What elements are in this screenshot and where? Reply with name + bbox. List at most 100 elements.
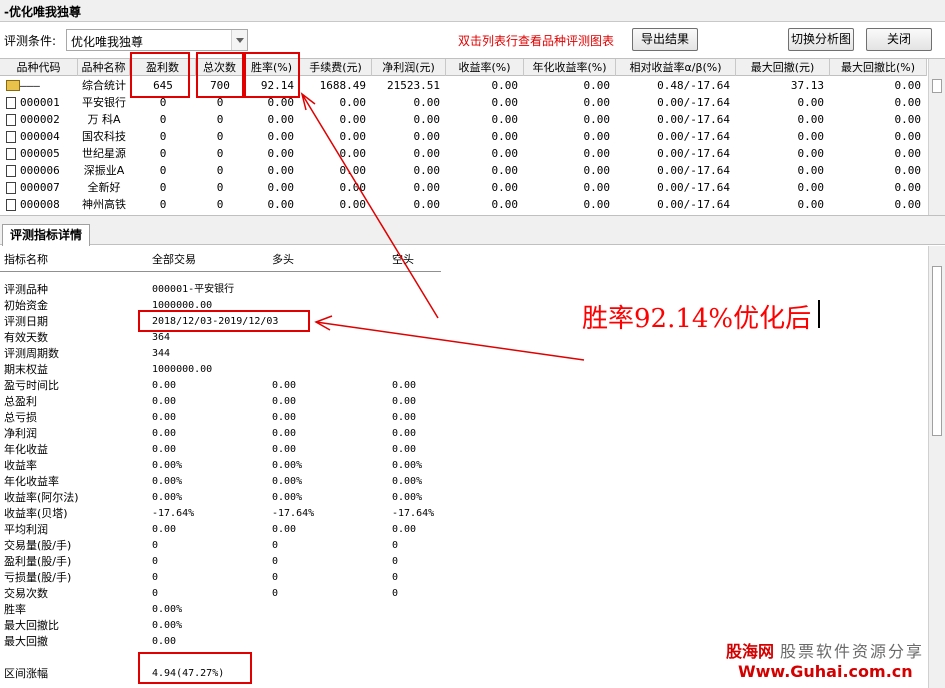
- table-cell: 0.00: [491, 147, 519, 160]
- detail-row-value: -17.64%: [152, 508, 195, 519]
- chevron-down-icon[interactable]: [231, 30, 247, 50]
- detail-row-value: 0.00%: [152, 460, 183, 471]
- grid-header-cell[interactable]: 品种名称: [78, 59, 130, 76]
- detail-row: 评测周期数 344: [0, 346, 600, 362]
- detail-row-label: 总盈利: [4, 395, 37, 408]
- document-icon: [6, 97, 16, 109]
- grid-scrollbar[interactable]: [928, 59, 945, 215]
- detail-row: 期末权益 1000000.00: [0, 362, 600, 378]
- grid-header-cell[interactable]: 收益率(%): [446, 59, 524, 76]
- grid-header-cell[interactable]: 最大回撤比(%): [830, 59, 927, 76]
- detail-row: 总盈利 0.00 0.00 0.00: [0, 394, 600, 410]
- table-cell: 1688.49: [319, 79, 366, 92]
- table-cell: 世纪星源: [82, 147, 126, 160]
- table-cell: 0.00: [267, 198, 295, 211]
- watermark-url: Www.Guhai.com.cn: [738, 662, 913, 681]
- detail-row-label: 净利润: [4, 427, 37, 440]
- detail-row-label: 交易次数: [4, 587, 48, 600]
- detail-row: 平均利润 0.00 0.00 0.00: [0, 522, 600, 538]
- close-button[interactable]: 关闭: [866, 28, 932, 51]
- detail-row-label: 评测日期: [4, 315, 48, 328]
- grid-header-cell[interactable]: 最大回撤(元): [736, 59, 830, 76]
- grid-scroll-thumb[interactable]: [932, 79, 942, 93]
- switch-chart-button[interactable]: 切换分析图: [788, 28, 854, 51]
- highlight-win-rate: [244, 52, 300, 98]
- table-cell: 0.00: [583, 96, 611, 109]
- grid-header-cell[interactable]: 相对收益率α/β(%): [616, 59, 736, 76]
- table-cell: 0.00: [894, 96, 922, 109]
- table-cell: 0.00/-17.64: [657, 130, 730, 143]
- condition-select[interactable]: 优化唯我独尊: [66, 29, 248, 51]
- annotation-text: 胜率92.14%优化后: [582, 304, 812, 334]
- detail-row: 最大回撤 0.00: [0, 634, 600, 650]
- grid-header-cell[interactable]: 年化收益率(%): [524, 59, 616, 76]
- detail-row-value: 0: [152, 588, 159, 599]
- detail-row-value: 0.00%: [392, 460, 423, 471]
- detail-row-value: 0.00: [152, 636, 177, 647]
- table-cell: 0.00: [267, 164, 295, 177]
- detail-row-value: 0.00%: [152, 492, 183, 503]
- detail-row-value: 0: [152, 556, 159, 567]
- table-row[interactable]: 000008 神州高铁 0 0 0.00 0.00 0.00 0.00 0.00 0.00/-17…: [0, 196, 927, 213]
- detail-row-label: 年化收益: [4, 443, 48, 456]
- table-row[interactable]: 000005 世纪星源 0 0 0.00 0.00 0.00 0.00 0.00 0.00/-17…: [0, 145, 927, 162]
- detail-header-short: 空头: [392, 253, 414, 266]
- grid-header-cell[interactable]: 手续费(元): [300, 59, 372, 76]
- table-cell: 0: [216, 198, 224, 211]
- window-title: -优化唯我独尊: [4, 5, 81, 19]
- table-cell: 神州高铁: [82, 198, 126, 211]
- detail-row-label: 收益率(阿尔法): [4, 491, 79, 504]
- detail-row: 收益率 0.00% 0.00% 0.00%: [0, 458, 600, 474]
- detail-row-value: 0.00%: [392, 492, 423, 503]
- detail-row-label: 交易量(股/手): [4, 539, 72, 552]
- detail-row: 最大回撤比 0.00%: [0, 618, 600, 634]
- detail-row-value: 344: [152, 348, 171, 359]
- grid-header-cell[interactable]: 净利润(元): [372, 59, 446, 76]
- table-cell: 0.00: [339, 130, 367, 143]
- table-cell: 0: [159, 164, 167, 177]
- detail-row-value: 0.00: [272, 444, 297, 455]
- detail-row-value: 0: [272, 572, 279, 583]
- table-cell: 0.00: [491, 130, 519, 143]
- detail-row: 总亏损 0.00 0.00 0.00: [0, 410, 600, 426]
- table-cell: 0: [216, 147, 224, 160]
- table-cell: 0.00: [267, 130, 295, 143]
- table-cell: 0.00: [413, 164, 441, 177]
- table-cell: 0.00: [413, 198, 441, 211]
- table-cell: 深振业A: [83, 164, 125, 177]
- range-label: 区间涨幅: [4, 667, 48, 680]
- detail-row: 亏损量(股/手) 0 0 0: [0, 570, 600, 586]
- tab-detail[interactable]: 评测指标详情: [2, 224, 90, 246]
- table-cell: 0.00: [491, 79, 519, 92]
- detail-row-value: 0: [272, 588, 279, 599]
- detail-row-value: 0: [272, 556, 279, 567]
- table-cell: 000006: [20, 164, 60, 177]
- watermark-brand-line: 股海网 股票软件资源分享: [726, 638, 924, 662]
- table-row[interactable]: 000006 深振业A 0 0 0.00 0.00 0.00 0.00 0.00 0.00/-17…: [0, 162, 927, 179]
- condition-select-value: 优化唯我独尊: [71, 35, 144, 49]
- table-cell: 0: [216, 130, 224, 143]
- table-cell: 37.13: [790, 79, 824, 92]
- table-cell: 综合统计: [82, 79, 126, 92]
- table-row[interactable]: 000007 全新好 0 0 0.00 0.00 0.00 0.00 0.00 0.00/-17.…: [0, 179, 927, 196]
- table-row[interactable]: 000002 万 科A 0 0 0.00 0.00 0.00 0.00 0.00 0.00/-17…: [0, 111, 927, 128]
- grid-header-cell[interactable]: 品种代码: [0, 59, 78, 76]
- detail-row-value: 1000000.00: [152, 364, 213, 375]
- table-cell: 0: [216, 113, 224, 126]
- highlight-profit-count: [130, 52, 190, 98]
- detail-row-value: 0.00%: [272, 492, 303, 503]
- detail-row-value: 0.00%: [272, 460, 303, 471]
- highlight-range: [138, 652, 252, 684]
- export-button[interactable]: 导出结果: [632, 28, 698, 51]
- table-row[interactable]: 000004 国农科技 0 0 0.00 0.00 0.00 0.00 0.00 0.00/-17…: [0, 128, 927, 145]
- detail-row-value: 0.00: [152, 428, 177, 439]
- detail-row-label: 评测周期数: [4, 347, 59, 360]
- detail-row: 收益率(贝塔) -17.64% -17.64% -17.64%: [0, 506, 600, 522]
- detail-scrollbar[interactable]: [928, 246, 945, 688]
- table-cell: 0.00: [339, 96, 367, 109]
- detail-row-label: 胜率: [4, 603, 26, 616]
- detail-scroll-thumb[interactable]: [932, 266, 942, 436]
- document-icon: [6, 199, 16, 211]
- table-cell: 000007: [20, 181, 60, 194]
- detail-header-name: 指标名称: [4, 253, 48, 266]
